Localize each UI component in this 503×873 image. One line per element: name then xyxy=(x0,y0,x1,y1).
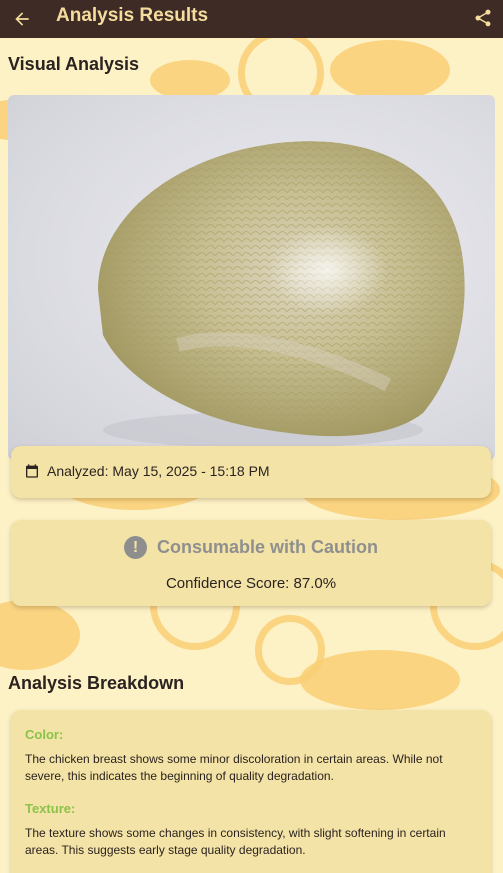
visual-analysis-title: Visual Analysis xyxy=(8,54,140,74)
analysis-breakdown-card: Color: The chicken breast shows some min… xyxy=(11,710,491,873)
share-icon xyxy=(475,9,491,27)
exclamation-circle-icon: ! xyxy=(123,536,147,559)
verdict-status: Consumable with Caution xyxy=(156,537,378,557)
calendar-icon xyxy=(26,464,38,478)
color-heading: Color: xyxy=(25,727,64,742)
back-button[interactable] xyxy=(8,5,36,33)
share-button[interactable] xyxy=(469,4,497,32)
app-bar: Analysis Results xyxy=(0,0,503,38)
analyzed-image xyxy=(8,95,495,460)
texture-heading: Texture: xyxy=(25,801,76,816)
texture-description: The texture shows some changes in consis… xyxy=(25,826,446,857)
analysis-date-label: Analyzed: May 15, 2025 - 15:18 PM xyxy=(47,463,270,479)
analysis-breakdown-title: Analysis Breakdown xyxy=(8,673,185,693)
confidence-score: Confidence Score: 87.0% xyxy=(165,575,337,592)
verdict-card: ! Consumable with Caution Confidence Sco… xyxy=(11,520,491,606)
arrow-back-icon xyxy=(15,12,29,26)
color-description: The chicken breast shows some minor disc… xyxy=(25,752,443,783)
analysis-date-card: Analyzed: May 15, 2025 - 15:18 PM xyxy=(11,446,491,498)
page-title: Analysis Results xyxy=(56,5,209,26)
